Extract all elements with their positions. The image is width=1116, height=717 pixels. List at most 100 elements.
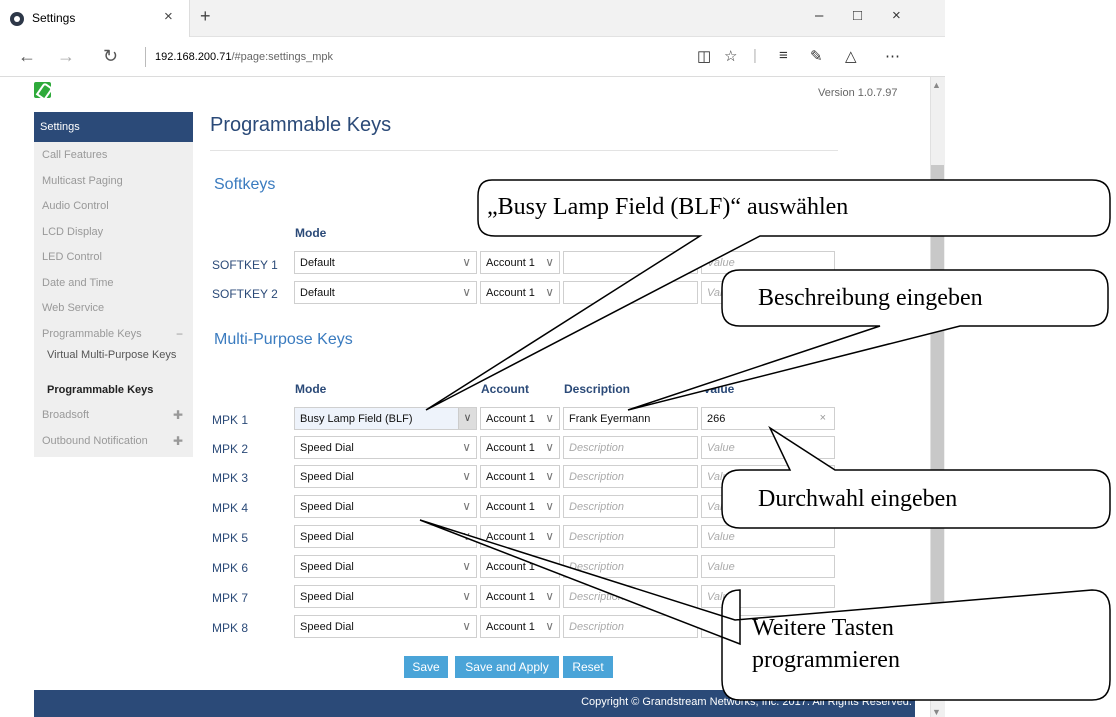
scroll-down-icon[interactable]: ▼ <box>932 707 941 717</box>
sidebar-title[interactable]: Settings <box>34 112 193 142</box>
mpk-5-label: MPK 5 <box>212 531 249 545</box>
scroll-up-icon[interactable]: ▲ <box>932 80 941 90</box>
close-tab-icon[interactable]: × <box>164 8 173 25</box>
reset-button[interactable]: Reset <box>563 656 613 678</box>
mpk-3-mode-select[interactable]: Speed Dial <box>294 465 477 488</box>
new-tab-button[interactable]: + <box>200 6 211 27</box>
softkey-2-mode-select[interactable]: Default <box>294 281 477 304</box>
maximize-button[interactable]: □ <box>853 7 862 24</box>
callout-more-keys-text-2: programmieren <box>752 647 900 673</box>
mpk-2-mode-select[interactable]: Speed Dial <box>294 436 477 459</box>
mpk-2-account-select[interactable]: Account 1 <box>480 436 560 459</box>
mpk-4-account-select[interactable]: Account 1 <box>480 495 560 518</box>
sidebar-item-lcd-display[interactable]: LCD Display <box>34 219 193 245</box>
sidebar-item-programmable-keys[interactable]: Programmable Keys − <box>34 321 193 347</box>
save-button[interactable]: Save <box>404 656 448 678</box>
favorite-star-icon[interactable]: ☆ <box>724 47 737 65</box>
refresh-button[interactable]: ↻ <box>103 46 118 67</box>
mpk-6-mode-select[interactable]: Speed Dial <box>294 555 477 578</box>
reading-view-icon[interactable]: ◫ <box>697 47 711 65</box>
save-and-apply-button[interactable]: Save and Apply <box>455 656 559 678</box>
mpk-6-value-input[interactable]: Value <box>701 555 835 578</box>
mpk-7-mode-select[interactable]: Speed Dial <box>294 585 477 608</box>
mpk-section-title: Multi-Purpose Keys <box>214 331 353 348</box>
mpk-2-description-input[interactable]: Description <box>563 436 698 459</box>
mpk-1-value-input[interactable]: 266 × <box>701 407 835 430</box>
collapse-icon[interactable]: − <box>176 327 183 341</box>
mpk-1-description-input[interactable]: Frank Eyermann <box>563 407 698 430</box>
close-window-button[interactable]: × <box>892 7 901 24</box>
sidebar-item-label: Programmable Keys <box>42 327 142 340</box>
more-icon[interactable]: ⋯ <box>885 47 900 65</box>
mpk-1-label: MPK 1 <box>212 413 249 427</box>
mpk-7-value-input[interactable]: Value <box>701 585 835 608</box>
sidebar-item-date-time[interactable]: Date and Time <box>34 270 193 296</box>
sidebar-item-label: LED Control <box>42 251 102 263</box>
expand-icon[interactable]: ✚ <box>173 408 183 422</box>
settings-sidebar: Settings Call Features Multicast Paging … <box>34 112 193 457</box>
sidebar-subitem-virtual-mpk[interactable]: Virtual Multi-Purpose Keys <box>34 346 193 380</box>
mpk-5-account-select[interactable]: Account 1 <box>480 525 560 548</box>
page-title: Programmable Keys <box>210 114 392 136</box>
mpk-8-mode-select[interactable]: Speed Dial <box>294 615 477 638</box>
mpk-2-value-input[interactable]: Value <box>701 436 835 459</box>
share-icon[interactable]: △ <box>845 47 857 65</box>
sidebar-item-label: Call Features <box>42 149 108 161</box>
tab-title: Settings <box>32 11 76 25</box>
forward-button[interactable]: → <box>57 46 75 67</box>
url-field[interactable]: 192.168.200.71/#page:settings_mpk <box>155 51 333 63</box>
mpk-1-mode-select[interactable]: Busy Lamp Field (BLF) ∨ <box>294 407 477 430</box>
sidebar-item-multicast-paging[interactable]: Multicast Paging <box>34 168 193 194</box>
mpk-1-account-select[interactable]: Account 1 <box>480 407 560 430</box>
firmware-version: Version 1.0.7.97 <box>818 87 898 99</box>
sidebar-item-outbound-notification[interactable]: Outbound Notification ✚ <box>34 428 193 454</box>
mpk-3-label: MPK 3 <box>212 471 249 485</box>
minimize-button[interactable]: – <box>815 7 823 24</box>
sidebar-item-label: LCD Display <box>42 225 104 238</box>
sidebar-item-led-control[interactable]: LED Control <box>34 244 193 270</box>
address-bar: ← → ↻ 192.168.200.71/#page:settings_mpk … <box>0 37 945 77</box>
clear-input-icon[interactable]: × <box>820 412 826 424</box>
sidebar-item-label: Audio Control <box>42 200 109 212</box>
notes-icon[interactable]: ✎ <box>810 47 823 65</box>
mpk-1-mode-value: Busy Lamp Field (BLF) <box>300 413 413 425</box>
mpk-6-label: MPK 6 <box>212 561 249 575</box>
hub-icon[interactable]: ≡ <box>779 47 788 64</box>
mpk-6-account-select[interactable]: Account 1 <box>480 555 560 578</box>
back-button[interactable]: ← <box>18 46 36 67</box>
softkey-2-description-input[interactable] <box>563 281 698 304</box>
softkeys-section-title: Softkeys <box>214 176 276 193</box>
sidebar-subitem-programmable-keys[interactable]: Programmable Keys <box>34 380 193 402</box>
softkey-1-mode-select[interactable]: Default <box>294 251 477 274</box>
mpk-5-mode-select[interactable]: Speed Dial <box>294 525 477 548</box>
sidebar-item-call-features[interactable]: Call Features <box>34 142 193 168</box>
mpk-5-description-input[interactable]: Description <box>563 525 698 548</box>
mpk-4-description-input[interactable]: Description <box>563 495 698 518</box>
sidebar-item-web-service[interactable]: Web Service <box>34 295 193 321</box>
mpk-7-description-input[interactable]: Description <box>563 585 698 608</box>
mpk-8-account-select[interactable]: Account 1 <box>480 615 560 638</box>
chevron-down-icon[interactable]: ∨ <box>458 408 476 429</box>
settings-favicon-icon <box>10 12 24 26</box>
title-divider <box>210 150 838 151</box>
sidebar-item-label: Date and Time <box>42 276 114 289</box>
mpk-4-mode-select[interactable]: Speed Dial <box>294 495 477 518</box>
softkey-2-account-select[interactable]: Account 1 <box>480 281 560 304</box>
scrollbar-thumb[interactable] <box>931 165 944 690</box>
mpk-1-value-text: 266 <box>707 413 726 425</box>
callout-extension-text: Durchwahl eingeben <box>758 486 958 512</box>
expand-icon[interactable]: ✚ <box>173 434 183 448</box>
softkey-1-description-input[interactable] <box>563 251 698 274</box>
mpk-3-account-select[interactable]: Account 1 <box>480 465 560 488</box>
softkey-1-value-input[interactable]: Value <box>701 251 835 274</box>
mpk-8-description-input[interactable]: Description <box>563 615 698 638</box>
mpk-6-description-input[interactable]: Description <box>563 555 698 578</box>
sidebar-item-broadsoft[interactable]: Broadsoft ✚ <box>34 402 193 428</box>
mpk-5-value-input[interactable]: Value <box>701 525 835 548</box>
browser-tab[interactable]: Settings × <box>0 0 190 37</box>
softkey-1-account-select[interactable]: Account 1 <box>480 251 560 274</box>
mpk-7-account-select[interactable]: Account 1 <box>480 585 560 608</box>
sidebar-item-audio-control[interactable]: Audio Control <box>34 193 193 219</box>
mpk-3-description-input[interactable]: Description <box>563 465 698 488</box>
mpk-8-label: MPK 8 <box>212 621 249 635</box>
